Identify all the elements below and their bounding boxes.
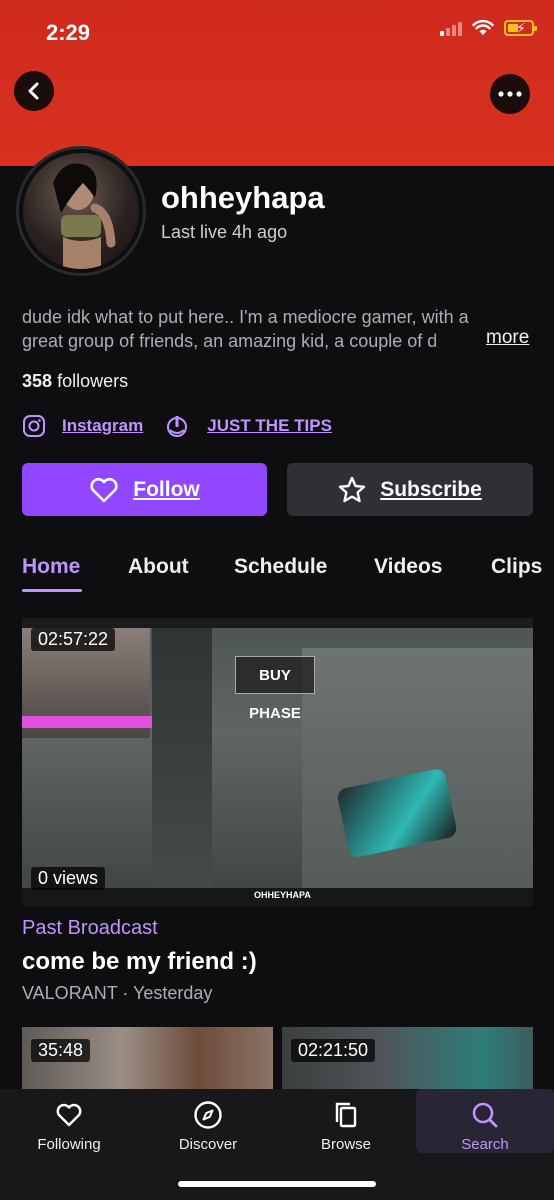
channel-name: ohheyhapa xyxy=(161,180,325,215)
active-tab-indicator xyxy=(22,589,82,592)
chevron-left-icon xyxy=(28,82,39,100)
thumbnail-wall xyxy=(152,628,212,898)
status-bar: 2:29 ⚡ xyxy=(0,0,554,64)
nav-browse-label: Browse xyxy=(320,1136,372,1153)
tips-link[interactable]: JUST THE TIPS xyxy=(207,416,332,436)
nav-discover-label: Discover xyxy=(178,1136,238,1153)
tab-clips[interactable]: Clips xyxy=(491,555,542,579)
followers-number: 358 xyxy=(22,371,53,391)
compass-icon xyxy=(194,1101,222,1129)
featured-video-thumbnail[interactable]: BUY PHASE OHHEYHAPA xyxy=(22,618,533,906)
video-title[interactable]: come be my friend :) xyxy=(22,948,257,976)
battery-charging-icon: ⚡ xyxy=(504,20,537,36)
last-live-status: Last live 4h ago xyxy=(161,222,288,242)
channel-tabs: Home About Schedule Videos Clips xyxy=(0,548,554,592)
nav-following-label: Following xyxy=(37,1136,101,1153)
follow-button[interactable]: Follow xyxy=(22,463,267,516)
instagram-link[interactable]: Instagram xyxy=(62,416,143,436)
followers-count: 358 followers xyxy=(22,371,128,392)
video-type-label: Past Broadcast xyxy=(22,917,158,939)
followers-label: followers xyxy=(57,371,129,391)
status-time: 2:29 xyxy=(46,20,91,45)
ellipsis-icon xyxy=(498,91,522,97)
nav-search[interactable]: Search xyxy=(416,1089,554,1153)
browse-icon xyxy=(335,1102,357,1128)
instagram-icon xyxy=(23,415,45,437)
star-icon xyxy=(339,476,366,503)
tips-logo-icon xyxy=(167,416,188,437)
more-options-button[interactable] xyxy=(490,74,530,114)
subscribe-label: Subscribe xyxy=(380,477,482,501)
social-links: Instagram JUST THE TIPS xyxy=(22,414,332,438)
cellular-signal-icon xyxy=(440,20,462,36)
bio-line-1: dude idk what to put here.. I'm a medioc… xyxy=(22,307,469,327)
video-views: 0 views xyxy=(31,867,106,890)
avatar-photo xyxy=(23,153,139,269)
stream-overlay-top xyxy=(22,618,533,628)
subscribe-button[interactable]: Subscribe xyxy=(287,463,533,516)
bio-more-link[interactable]: more xyxy=(486,327,529,349)
heart-icon xyxy=(90,477,118,502)
heart-icon xyxy=(56,1103,82,1127)
search-icon xyxy=(472,1102,498,1128)
bio-line-2: great group of friends, an amazing kid, … xyxy=(22,331,438,351)
nav-search-label: Search xyxy=(461,1136,509,1153)
channel-avatar[interactable] xyxy=(16,146,146,276)
video-meta: VALORANT · Yesterday xyxy=(22,983,213,1003)
home-indicator[interactable] xyxy=(178,1181,376,1187)
back-button[interactable] xyxy=(14,71,54,111)
nav-discover[interactable]: Discover xyxy=(139,1089,277,1153)
video-duration: 02:57:22 xyxy=(31,628,116,651)
tab-home[interactable]: Home xyxy=(22,555,80,579)
buy-phase-banner: BUY PHASE xyxy=(235,656,315,722)
channel-bio: dude idk what to put here.. I'm a medioc… xyxy=(22,305,534,353)
stream-overlay-name: OHHEYHAPA xyxy=(254,890,311,900)
follow-label: Follow xyxy=(133,477,200,501)
nav-following[interactable]: Following xyxy=(0,1089,138,1153)
video-duration: 35:48 xyxy=(31,1039,91,1062)
webcam-overlay-bar xyxy=(22,716,152,728)
tab-videos[interactable]: Videos xyxy=(374,555,442,579)
wifi-icon xyxy=(472,20,494,35)
nav-browse[interactable]: Browse xyxy=(277,1089,415,1153)
video-duration: 02:21:50 xyxy=(291,1039,376,1062)
tab-schedule[interactable]: Schedule xyxy=(234,555,327,579)
status-icons: ⚡ xyxy=(440,20,537,36)
tab-about[interactable]: About xyxy=(128,555,189,579)
